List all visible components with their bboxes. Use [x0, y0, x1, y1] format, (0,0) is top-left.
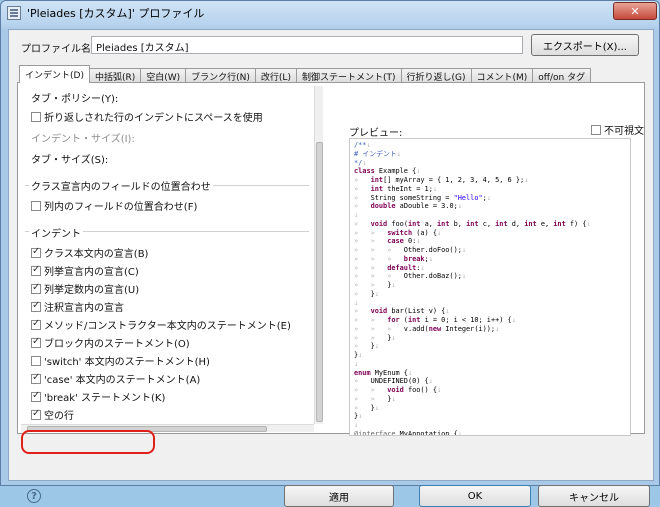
indent-option-break[interactable]: 'break' ステートメント(K)	[31, 389, 165, 404]
wrapped-indent-checkbox[interactable]	[31, 111, 41, 122]
annotation-decl-checkbox[interactable]	[31, 300, 41, 312]
settings-vertical-scrollbar[interactable]	[314, 86, 323, 424]
block-checkbox[interactable]	[31, 336, 41, 348]
align-fields-option[interactable]: 列内のフィールドの位置合わせ(F)	[31, 198, 197, 213]
indent-option-block[interactable]: ブロック内のステートメント(O)	[31, 335, 190, 350]
enum-const-checkbox[interactable]	[31, 282, 41, 294]
tab-whitespace[interactable]: 空白(W)	[140, 68, 187, 83]
show-invisible-label: 不可視文	[604, 126, 644, 137]
title-bar[interactable]: 'Pleiades [カスタム]' プロファイル ─ ✕	[1, 1, 659, 25]
enum-decl-checkbox[interactable]	[31, 264, 41, 276]
indent-option-enum-decl[interactable]: 列挙宣言内の宣言(C)	[31, 263, 139, 278]
indent-option-enum-const[interactable]: 列挙定数内の宣言(U)	[31, 281, 139, 296]
profile-icon	[7, 6, 21, 20]
indent-option-method-body[interactable]: メソッド/コンストラクター本文内のステートメント(E)	[31, 317, 291, 332]
tab-blank-lines[interactable]: ブランク行(N)	[185, 68, 256, 83]
tab-new-lines[interactable]: 改行(L)	[254, 68, 297, 83]
indent-option-label: 'case' 本文内のステートメント(A)	[44, 375, 201, 386]
indent-option-label: 'break' ステートメント(K)	[44, 393, 166, 404]
tab-off-on-tags[interactable]: off/on タグ	[532, 68, 592, 83]
method-body-checkbox[interactable]	[31, 318, 41, 330]
vertical-scroll-thumb[interactable]	[316, 142, 323, 422]
indent-group-title: インデント	[29, 225, 83, 240]
preview-code: /**↓ # インデント↓ */↓ class Example {↓ » int…	[354, 141, 591, 436]
close-button[interactable]: ✕	[613, 2, 657, 20]
help-icon[interactable]: ?	[27, 489, 41, 503]
tab-line-wrapping[interactable]: 行折り返し(G)	[400, 68, 472, 83]
indent-option-label: ブロック内のステートメント(O)	[44, 339, 190, 350]
align-fields-checkbox[interactable]	[31, 200, 41, 211]
dialog-window: 'Pleiades [カスタム]' プロファイル ─ ✕ プロファイル名(P):…	[0, 0, 660, 507]
indent-option-label: メソッド/コンストラクター本文内のステートメント(E)	[44, 321, 291, 332]
apply-button[interactable]: 適用	[284, 485, 394, 507]
switch-checkbox[interactable]	[31, 355, 41, 366]
case-checkbox[interactable]	[31, 372, 41, 384]
indent-option-class-body[interactable]: クラス本文内の宣言(B)	[31, 245, 148, 260]
window-title: 'Pleiades [カスタム]' プロファイル	[27, 7, 205, 20]
tab-policy-label: タブ・ポリシー(Y):	[31, 94, 119, 105]
indent-option-label: 注釈宣言内の宣言	[44, 303, 124, 314]
tab-indent[interactable]: インデント(D)	[19, 65, 90, 83]
tab-control-statements[interactable]: 制御ステートメント(T)	[295, 68, 402, 83]
tab-braces[interactable]: 中括弧(R)	[88, 68, 142, 83]
indent-option-empty-lines[interactable]: 空の行	[31, 407, 74, 422]
tab-size-label: タブ・サイズ(S):	[31, 155, 109, 166]
tab-strip: インデント(D) 中括弧(R) 空白(W) ブランク行(N) 改行(L) 制御ス…	[19, 65, 592, 83]
class-body-checkbox[interactable]	[31, 246, 41, 258]
indent-size-label: インデント・サイズ(I):	[31, 134, 135, 145]
indent-option-label: 'switch' 本文内のステートメント(H)	[44, 357, 210, 368]
code-preview: /**↓ # インデント↓ */↓ class Example {↓ » int…	[349, 138, 631, 436]
ok-button[interactable]: OK	[419, 485, 531, 507]
indent-option-case[interactable]: 'case' 本文内のステートメント(A)	[31, 371, 200, 386]
profile-name-field[interactable]: Pleiades [カスタム]	[91, 36, 523, 54]
settings-pane: タブ・ポリシー(Y): 折り返しされた行のインデントにスペースを使用 インデント…	[21, 86, 323, 432]
dialog-client: プロファイル名(P): Pleiades [カスタム] エクスポート(X)...…	[8, 29, 654, 507]
field-align-group-title: クラス宣言内のフィールドの位置合わせ	[29, 178, 213, 193]
indent-option-label: クラス本文内の宣言(B)	[44, 249, 149, 260]
preview-label: プレビュー:	[349, 128, 403, 139]
export-button[interactable]: エクスポート(X)...	[531, 34, 639, 56]
wrapped-indent-label: 折り返しされた行のインデントにスペースを使用	[44, 113, 263, 124]
show-invisible-checkbox[interactable]	[591, 124, 601, 135]
indent-option-label: 列挙定数内の宣言(U)	[44, 285, 140, 296]
break-checkbox[interactable]	[31, 390, 41, 402]
wrapped-indent-option[interactable]: 折り返しされた行のインデントにスペースを使用	[31, 109, 263, 124]
indent-option-label: 列挙宣言内の宣言(C)	[44, 267, 139, 278]
indent-option-switch[interactable]: 'switch' 本文内のステートメント(H)	[31, 353, 210, 368]
indent-option-label: 空の行	[44, 411, 74, 422]
show-invisible-option[interactable]: 不可視文	[591, 122, 644, 137]
empty-lines-checkbox[interactable]	[31, 408, 41, 420]
indent-option-annotation-decl[interactable]: 注釈宣言内の宣言	[31, 299, 124, 314]
align-fields-label: 列内のフィールドの位置合わせ(F)	[44, 202, 198, 213]
highlight-annotation	[21, 430, 155, 454]
cancel-button[interactable]: キャンセル	[538, 485, 650, 507]
tab-comments[interactable]: コメント(M)	[470, 68, 534, 83]
